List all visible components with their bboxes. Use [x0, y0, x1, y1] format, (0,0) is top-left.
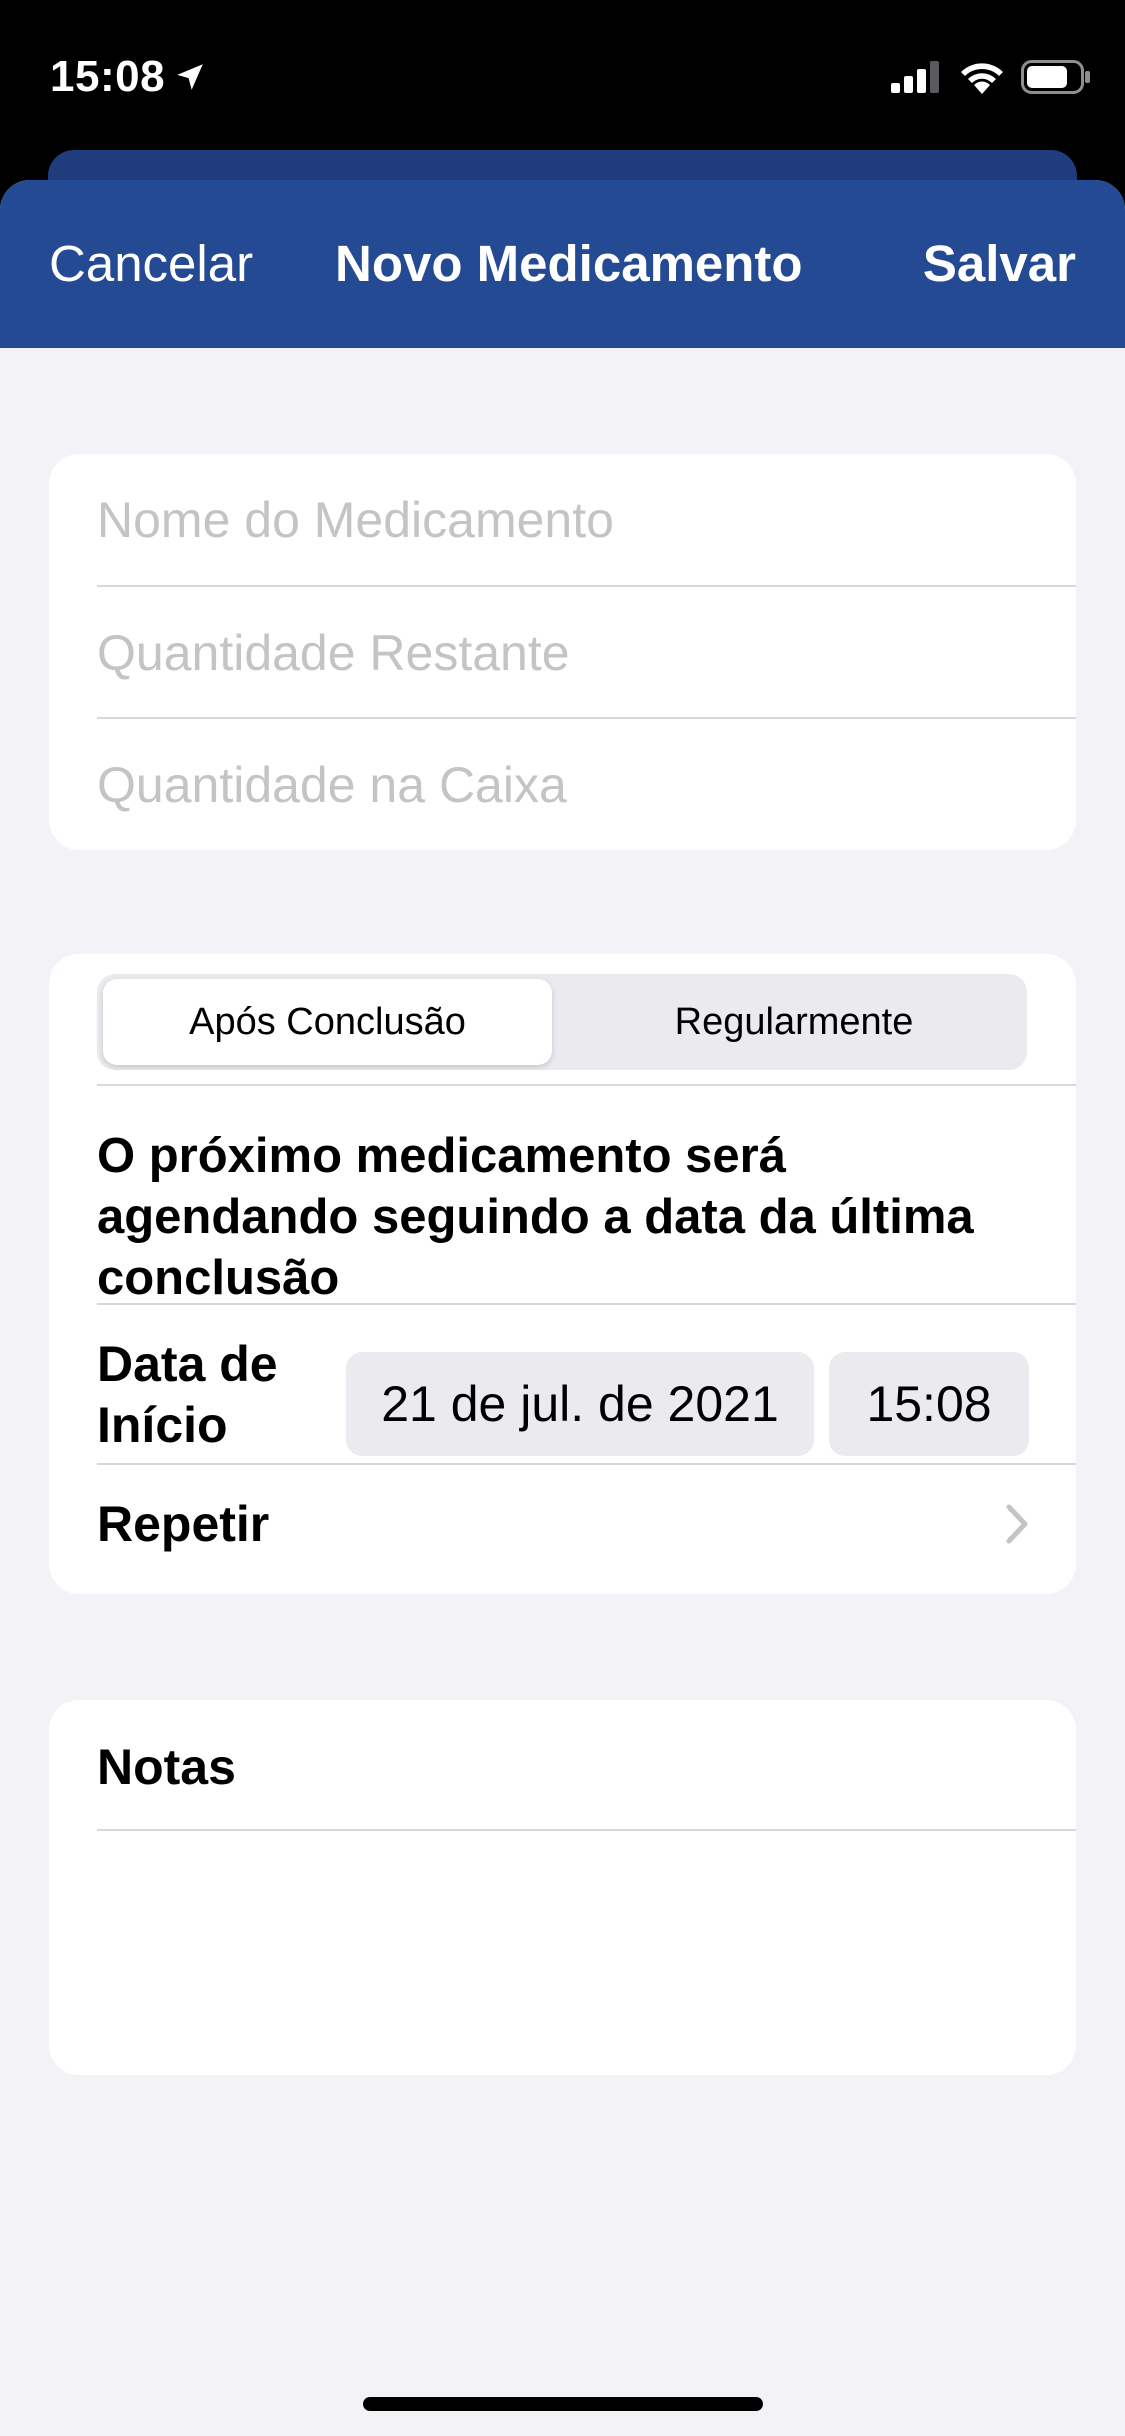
save-button[interactable]: Salvar: [923, 234, 1076, 294]
status-time-text: 15:08: [50, 52, 166, 101]
notes-input[interactable]: [97, 1830, 1051, 2054]
medication-name-input[interactable]: [97, 491, 1037, 549]
page-title: Novo Medicamento: [335, 235, 803, 292]
status-bar: 15:08: [0, 0, 1125, 170]
navigation-bar: Cancelar Novo Medicamento Salvar: [0, 180, 1125, 348]
notes-title: Notas: [97, 1739, 236, 1795]
box-quantity-row: [97, 719, 1076, 850]
medication-details-card: [49, 454, 1076, 850]
location-arrow-icon: [177, 64, 203, 90]
battery-icon: [1021, 60, 1090, 94]
status-indicators: [891, 60, 1091, 94]
modal-sheet: Cancelar Novo Medicamento Salvar Após Co…: [0, 180, 1125, 2436]
notes-card: Notas: [49, 1700, 1076, 2075]
schedule-card: Após Conclusão Regularmente O próximo me…: [49, 954, 1076, 1594]
box-quantity-input[interactable]: [97, 756, 1037, 814]
repeat-label: Repetir: [97, 1496, 270, 1552]
divider: [97, 1303, 1076, 1305]
home-indicator: [363, 2397, 763, 2411]
start-date-label: Data de Início: [97, 1336, 278, 1453]
cancel-button[interactable]: Cancelar: [49, 234, 253, 294]
schedule-description: O próximo medicamento será agendando seg…: [97, 1129, 974, 1305]
divider: [97, 1084, 1076, 1086]
medication-name-row: [97, 454, 1076, 586]
segment-regularly[interactable]: Regularmente: [567, 979, 1021, 1065]
chevron-right-icon: [1006, 1504, 1028, 1544]
repeat-row[interactable]: Repetir: [97, 1456, 1076, 1592]
wifi-icon: [961, 63, 1003, 94]
segment-after-completion[interactable]: Após Conclusão: [103, 979, 552, 1065]
status-time: 15:08: [50, 52, 207, 102]
start-time-picker[interactable]: 15:08: [829, 1352, 1029, 1456]
start-date-picker[interactable]: 21 de jul. de 2021: [346, 1352, 814, 1456]
remaining-quantity-row: [97, 587, 1076, 719]
schedule-mode-segmented-control: Após Conclusão Regularmente: [97, 974, 1027, 1070]
remaining-quantity-input[interactable]: [97, 624, 1037, 682]
cellular-signal-icon: [891, 61, 939, 93]
